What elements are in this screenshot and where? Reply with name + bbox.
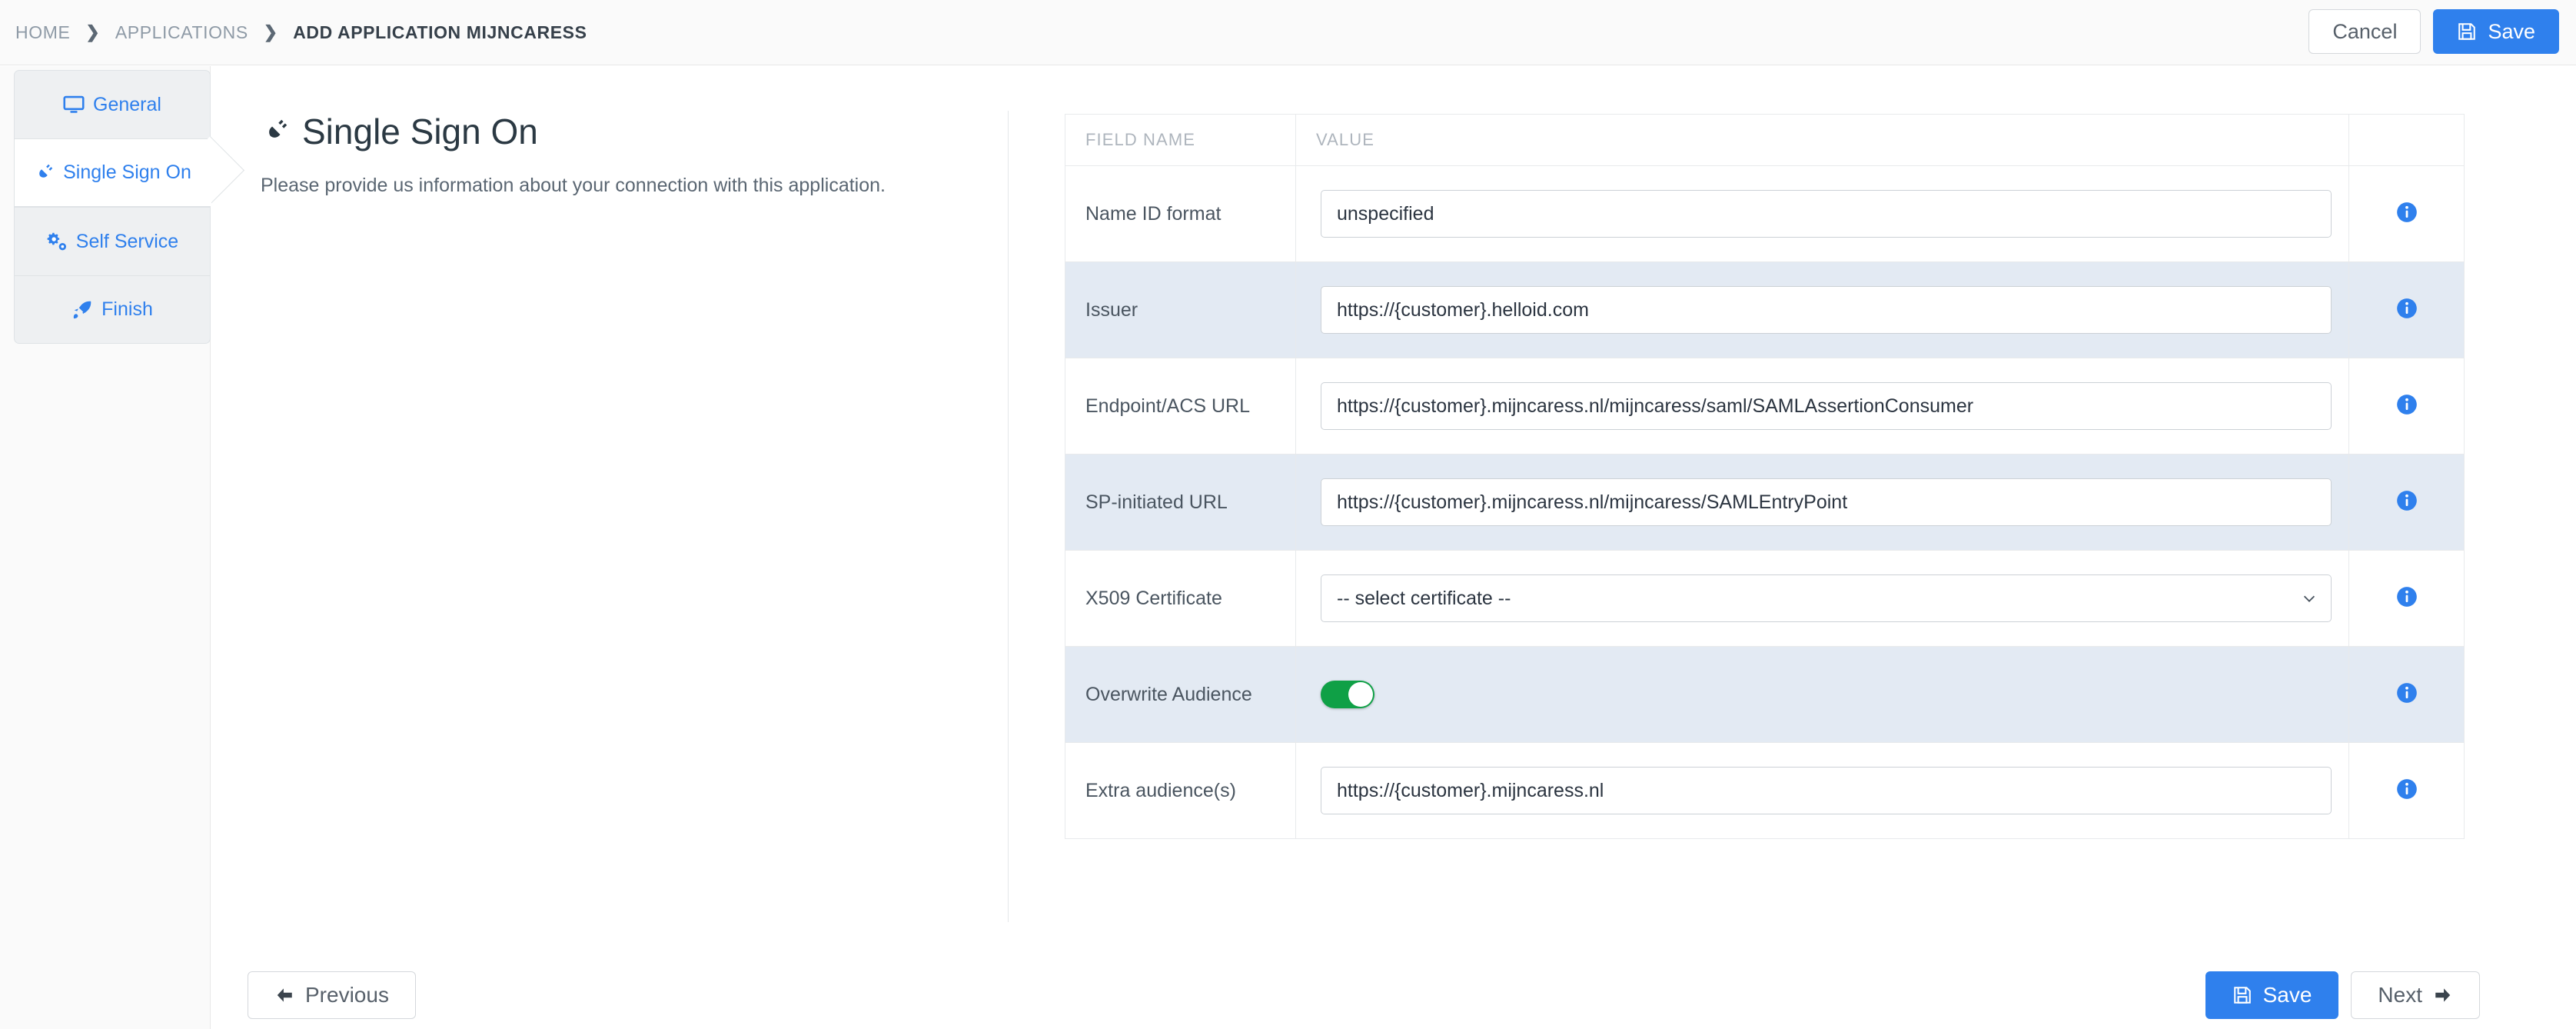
arrow-right-icon	[2433, 985, 2453, 1005]
save-button-top-label: Save	[2488, 19, 2535, 43]
field-info-sp-initiated-url	[2348, 454, 2465, 551]
previous-button[interactable]: Previous	[248, 971, 416, 1019]
sidebar-item-single-sign-on[interactable]: Single Sign On	[14, 138, 211, 207]
wizard-steps: General Single Sign On Self Service Fini…	[14, 70, 211, 344]
plug-icon	[33, 162, 55, 184]
table-row: SP-initiated URL	[1065, 454, 2465, 551]
field-value-extra-audiences	[1295, 742, 2349, 839]
breadcrumb-item-applications[interactable]: APPLICATIONS	[115, 22, 248, 43]
x509-certificate-select[interactable]: -- select certificate --	[1321, 574, 2332, 622]
next-button[interactable]: Next	[2351, 971, 2480, 1019]
footer-right: Save Next	[2205, 971, 2480, 1019]
rocket-icon	[71, 299, 93, 321]
footer-left: Previous	[248, 971, 416, 1019]
save-button-bottom-label: Save	[2262, 983, 2312, 1007]
info-circle-icon[interactable]	[2396, 201, 2418, 223]
x509-certificate-selected-value: -- select certificate --	[1337, 587, 1511, 609]
table-header-row: FIELD NAME VALUE	[1065, 114, 2465, 166]
issuer-input[interactable]	[1321, 286, 2332, 334]
field-value-endpoint-acs-url	[1295, 358, 2349, 455]
vertical-divider	[1008, 111, 1009, 922]
field-info-endpoint-acs-url	[2348, 358, 2465, 455]
sidebar-item-finish[interactable]: Finish	[14, 275, 211, 344]
field-value-sp-initiated-url	[1295, 454, 2349, 551]
main-content: Single Sign On Please provide us informa…	[211, 66, 2576, 1029]
field-value-issuer	[1295, 261, 2349, 358]
table-row: Extra audience(s)	[1065, 742, 2465, 839]
field-label-overwrite-audience: Overwrite Audience	[1065, 646, 1296, 743]
sidebar-item-general-label: General	[93, 93, 161, 115]
info-circle-icon[interactable]	[2396, 394, 2418, 415]
page-subtitle: Please provide us information about your…	[261, 175, 886, 196]
sidebar-item-general[interactable]: General	[14, 70, 211, 138]
info-circle-icon[interactable]	[2396, 778, 2418, 800]
info-circle-icon[interactable]	[2396, 682, 2418, 704]
table-row: Name ID format	[1065, 165, 2465, 262]
breadcrumb-separator-icon: ❯	[263, 22, 278, 42]
sidebar-item-single-sign-on-label: Single Sign On	[63, 162, 191, 183]
field-info-x509-certificate	[2348, 550, 2465, 647]
field-value-name-id-format	[1295, 165, 2349, 262]
floppy-disk-icon	[2457, 22, 2477, 42]
table-row: Issuer	[1065, 261, 2465, 358]
cancel-button[interactable]: Cancel	[2308, 9, 2421, 54]
table-row: X509 Certificate -- select certificate -…	[1065, 550, 2465, 647]
extra-audiences-input[interactable]	[1321, 767, 2332, 814]
field-label-name-id-format: Name ID format	[1065, 165, 1296, 262]
endpoint-acs-url-input[interactable]	[1321, 382, 2332, 430]
column-header-info	[2348, 114, 2465, 166]
chevron-down-icon	[2301, 590, 2318, 607]
save-button-bottom[interactable]: Save	[2205, 971, 2339, 1019]
field-value-x509-certificate: -- select certificate --	[1295, 550, 2349, 647]
field-label-extra-audiences: Extra audience(s)	[1065, 742, 1296, 839]
info-circle-icon[interactable]	[2396, 586, 2418, 608]
table-row: Overwrite Audience	[1065, 646, 2465, 743]
overwrite-audience-toggle[interactable]	[1321, 681, 1374, 708]
floppy-disk-icon	[2232, 985, 2252, 1005]
sso-settings-table: FIELD NAME VALUE Name ID format unspecif…	[1065, 114, 2465, 839]
gears-icon	[46, 231, 68, 252]
arrow-left-icon	[274, 985, 294, 1005]
field-value-overwrite-audience	[1295, 646, 2349, 743]
page-title: Single Sign On	[261, 111, 1014, 152]
breadcrumb-item-current: ADD APPLICATION MIJNCARESS	[293, 22, 587, 42]
table-row: Endpoint/ACS URL	[1065, 358, 2465, 455]
sidebar-item-self-service[interactable]: Self Service	[14, 207, 211, 275]
field-label-endpoint-acs-url: Endpoint/ACS URL	[1065, 358, 1296, 455]
field-label-issuer: Issuer	[1065, 261, 1296, 358]
field-label-x509-certificate: X509 Certificate	[1065, 550, 1296, 647]
info-circle-icon[interactable]	[2396, 298, 2418, 319]
toggle-knob	[1348, 682, 1373, 707]
next-button-label: Next	[2378, 983, 2422, 1007]
name-id-format-input[interactable]	[1321, 190, 2332, 238]
top-bar-actions: Cancel Save	[2308, 9, 2559, 54]
sidebar-item-self-service-label: Self Service	[75, 230, 179, 252]
breadcrumb: HOME ❯ APPLICATIONS ❯ ADD APPLICATION MI…	[15, 22, 587, 43]
previous-button-label: Previous	[305, 983, 389, 1007]
sp-initiated-url-input[interactable]	[1321, 478, 2332, 526]
field-info-name-id-format	[2348, 165, 2465, 262]
field-info-overwrite-audience	[2348, 646, 2465, 743]
wizard-sidebar: General Single Sign On Self Service Fini…	[0, 66, 211, 1029]
monitor-icon	[63, 94, 85, 115]
cancel-button-label: Cancel	[2332, 19, 2398, 43]
plug-icon	[261, 117, 290, 146]
save-button-top[interactable]: Save	[2433, 9, 2559, 54]
sidebar-item-finish-label: Finish	[101, 298, 153, 320]
column-header-field-name: FIELD NAME	[1065, 114, 1296, 166]
field-label-sp-initiated-url: SP-initiated URL	[1065, 454, 1296, 551]
page-title-text: Single Sign On	[302, 112, 538, 152]
column-header-value: VALUE	[1295, 114, 2349, 166]
breadcrumb-item-home[interactable]: HOME	[15, 22, 70, 43]
field-info-issuer	[2348, 261, 2465, 358]
top-bar: HOME ❯ APPLICATIONS ❯ ADD APPLICATION MI…	[0, 0, 2576, 65]
sso-settings-table-wrapper: FIELD NAME VALUE Name ID format unspecif…	[1065, 114, 2465, 839]
info-circle-icon[interactable]	[2396, 490, 2418, 511]
breadcrumb-separator-icon: ❯	[85, 22, 100, 42]
section-intro: Single Sign On Please provide us informa…	[261, 111, 1014, 197]
field-info-extra-audiences	[2348, 742, 2465, 839]
